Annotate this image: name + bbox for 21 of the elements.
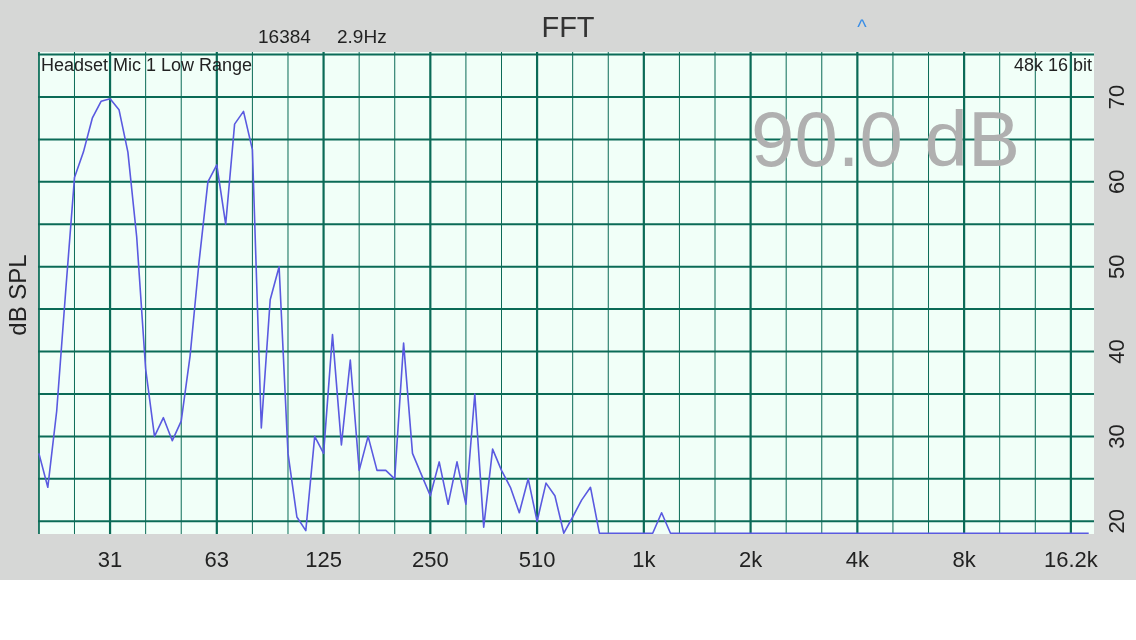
chart-title: FFT — [541, 11, 595, 43]
axis-tick-label: 31 — [97, 547, 123, 572]
caret-toggle[interactable]: ^ — [857, 16, 867, 38]
axis-tick-label: 50 — [1104, 254, 1129, 279]
fft-size-label: 16384 — [258, 26, 311, 47]
axis-tick-label: 1k — [632, 547, 656, 572]
axis-tick-label: 70 — [1104, 84, 1129, 110]
axis-tick-label: 20 — [1104, 509, 1129, 534]
axis-tick-label: 60 — [1104, 169, 1129, 195]
axis-tick-label: 125 — [305, 547, 342, 572]
axis-tick-label: 16.2k — [1043, 547, 1098, 572]
axis-tick-label: 30 — [1104, 424, 1129, 449]
axis-tick-label: 2k — [738, 547, 763, 572]
axis-tick-label: 8k — [952, 547, 976, 572]
axis-tick-label: 4k — [845, 547, 869, 572]
axis-tick-label: 510 — [518, 547, 556, 572]
resolution-label: 2.9Hz — [337, 26, 387, 47]
axis-title: dB SPL — [4, 254, 31, 336]
axis-tick-label: 63 — [204, 547, 230, 572]
axis-tick-label: 250 — [411, 547, 449, 572]
axis-tick-label: 40 — [1104, 339, 1129, 364]
